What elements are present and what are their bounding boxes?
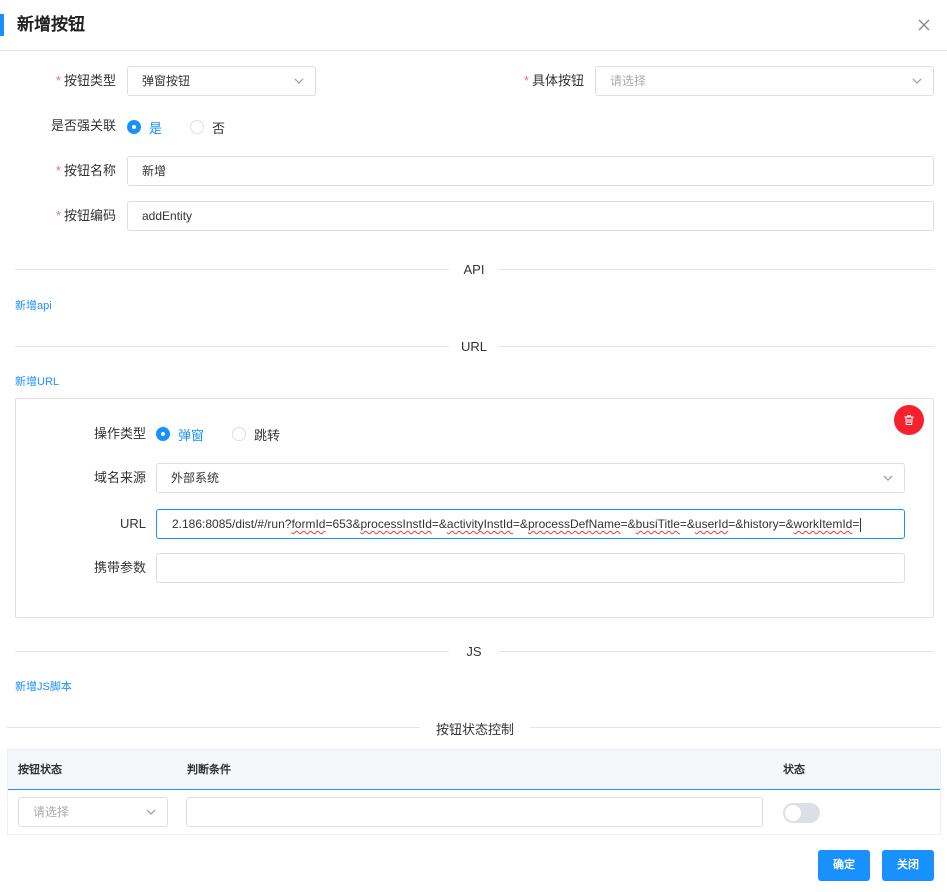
delete-url-button[interactable] — [894, 405, 924, 435]
force-relate-yes-radio[interactable]: 是 — [127, 117, 162, 137]
title-accent-bar — [0, 14, 4, 36]
url-item-card — [15, 398, 934, 618]
domain-source-label: 域名来源 — [93, 470, 146, 485]
url-text-segment: 2.186:8085/dist/#/run? — [172, 517, 292, 531]
chevron-down-icon — [146, 809, 156, 815]
url-text-segment: processDefName — [527, 517, 621, 531]
op-type-jump-radio[interactable]: 跳转 — [232, 424, 280, 444]
params-input[interactable] — [156, 553, 905, 583]
confirm-button[interactable]: 确定 — [818, 850, 870, 881]
url-text-segment: =& — [620, 517, 636, 531]
api-section-title: API — [449, 262, 499, 277]
url-input[interactable]: 2.186:8085/dist/#/run?formId=653&process… — [156, 509, 905, 539]
url-text-segment: =& — [512, 517, 528, 531]
op-type-label: 操作类型 — [93, 426, 146, 441]
url-text-segment: formId — [291, 517, 326, 531]
specific-button-label: * 具体按钮 — [523, 73, 584, 88]
params-label: 携带参数 — [93, 560, 146, 575]
text-caret — [860, 517, 862, 532]
status-toggle[interactable] — [783, 803, 820, 823]
add-api-link[interactable]: 新增api — [15, 299, 52, 313]
button-name-input[interactable]: 新增 — [127, 156, 934, 186]
close-button[interactable]: 关闭 — [882, 850, 934, 881]
column-header-status: 状态 — [783, 764, 805, 776]
url-text-segment: processInstId — [360, 517, 432, 531]
specific-button-select[interactable]: 请选择 — [595, 66, 934, 96]
toggle-knob — [785, 805, 801, 821]
add-js-link[interactable]: 新增JS脚本 — [15, 680, 72, 694]
button-type-label: * 按钮类型 — [55, 73, 116, 88]
js-section-title: JS — [449, 644, 499, 659]
state-section-title: 按钮状态控制 — [420, 719, 530, 738]
table-header: 按钮状态 判断条件 状态 — [8, 750, 940, 790]
force-relate-no-radio[interactable]: 否 — [190, 117, 225, 137]
radio-checked-icon — [156, 427, 170, 441]
url-label: URL — [119, 516, 146, 531]
radio-checked-icon — [127, 120, 141, 134]
url-text-segment: =653& — [325, 517, 361, 531]
url-text-segment: activityInstId — [446, 517, 513, 531]
url-text-segment: =& — [431, 517, 447, 531]
state-select[interactable]: 请选择 — [18, 797, 168, 827]
button-code-label: * 按钮编码 — [55, 208, 116, 223]
chevron-down-icon — [883, 475, 893, 481]
radio-unchecked-icon — [232, 427, 246, 441]
button-type-select[interactable]: 弹窗按钮 — [127, 66, 316, 96]
url-section-title: URL — [449, 339, 499, 354]
close-icon[interactable] — [917, 18, 931, 32]
op-type-popup-radio[interactable]: 弹窗 — [156, 424, 204, 444]
trash-icon — [904, 415, 914, 426]
url-text-segment: = — [852, 517, 860, 531]
button-name-label: * 按钮名称 — [55, 163, 116, 178]
url-text-segment: busiTitle — [635, 517, 680, 531]
condition-input[interactable] — [186, 797, 763, 827]
state-table: 按钮状态 判断条件 状态 请选择 — [7, 749, 941, 835]
column-header-state: 按钮状态 — [18, 764, 62, 776]
chevron-down-icon — [912, 78, 922, 84]
add-url-link[interactable]: 新增URL — [15, 375, 59, 389]
chevron-down-icon — [294, 78, 304, 84]
domain-source-select[interactable]: 外部系统 — [156, 463, 905, 493]
button-code-input[interactable]: addEntity — [127, 201, 934, 231]
radio-unchecked-icon — [190, 120, 204, 134]
url-text-segment: userId — [694, 517, 729, 531]
url-text-segment: workItemId — [793, 517, 853, 531]
force-relate-label: 是否强关联 — [50, 118, 116, 133]
dialog-header: 新增按钮 — [0, 0, 947, 51]
url-text-segment: =& — [679, 517, 695, 531]
column-header-condition: 判断条件 — [187, 764, 231, 776]
url-text-segment: =&history=& — [728, 517, 794, 531]
dialog-title: 新增按钮 — [17, 15, 85, 34]
